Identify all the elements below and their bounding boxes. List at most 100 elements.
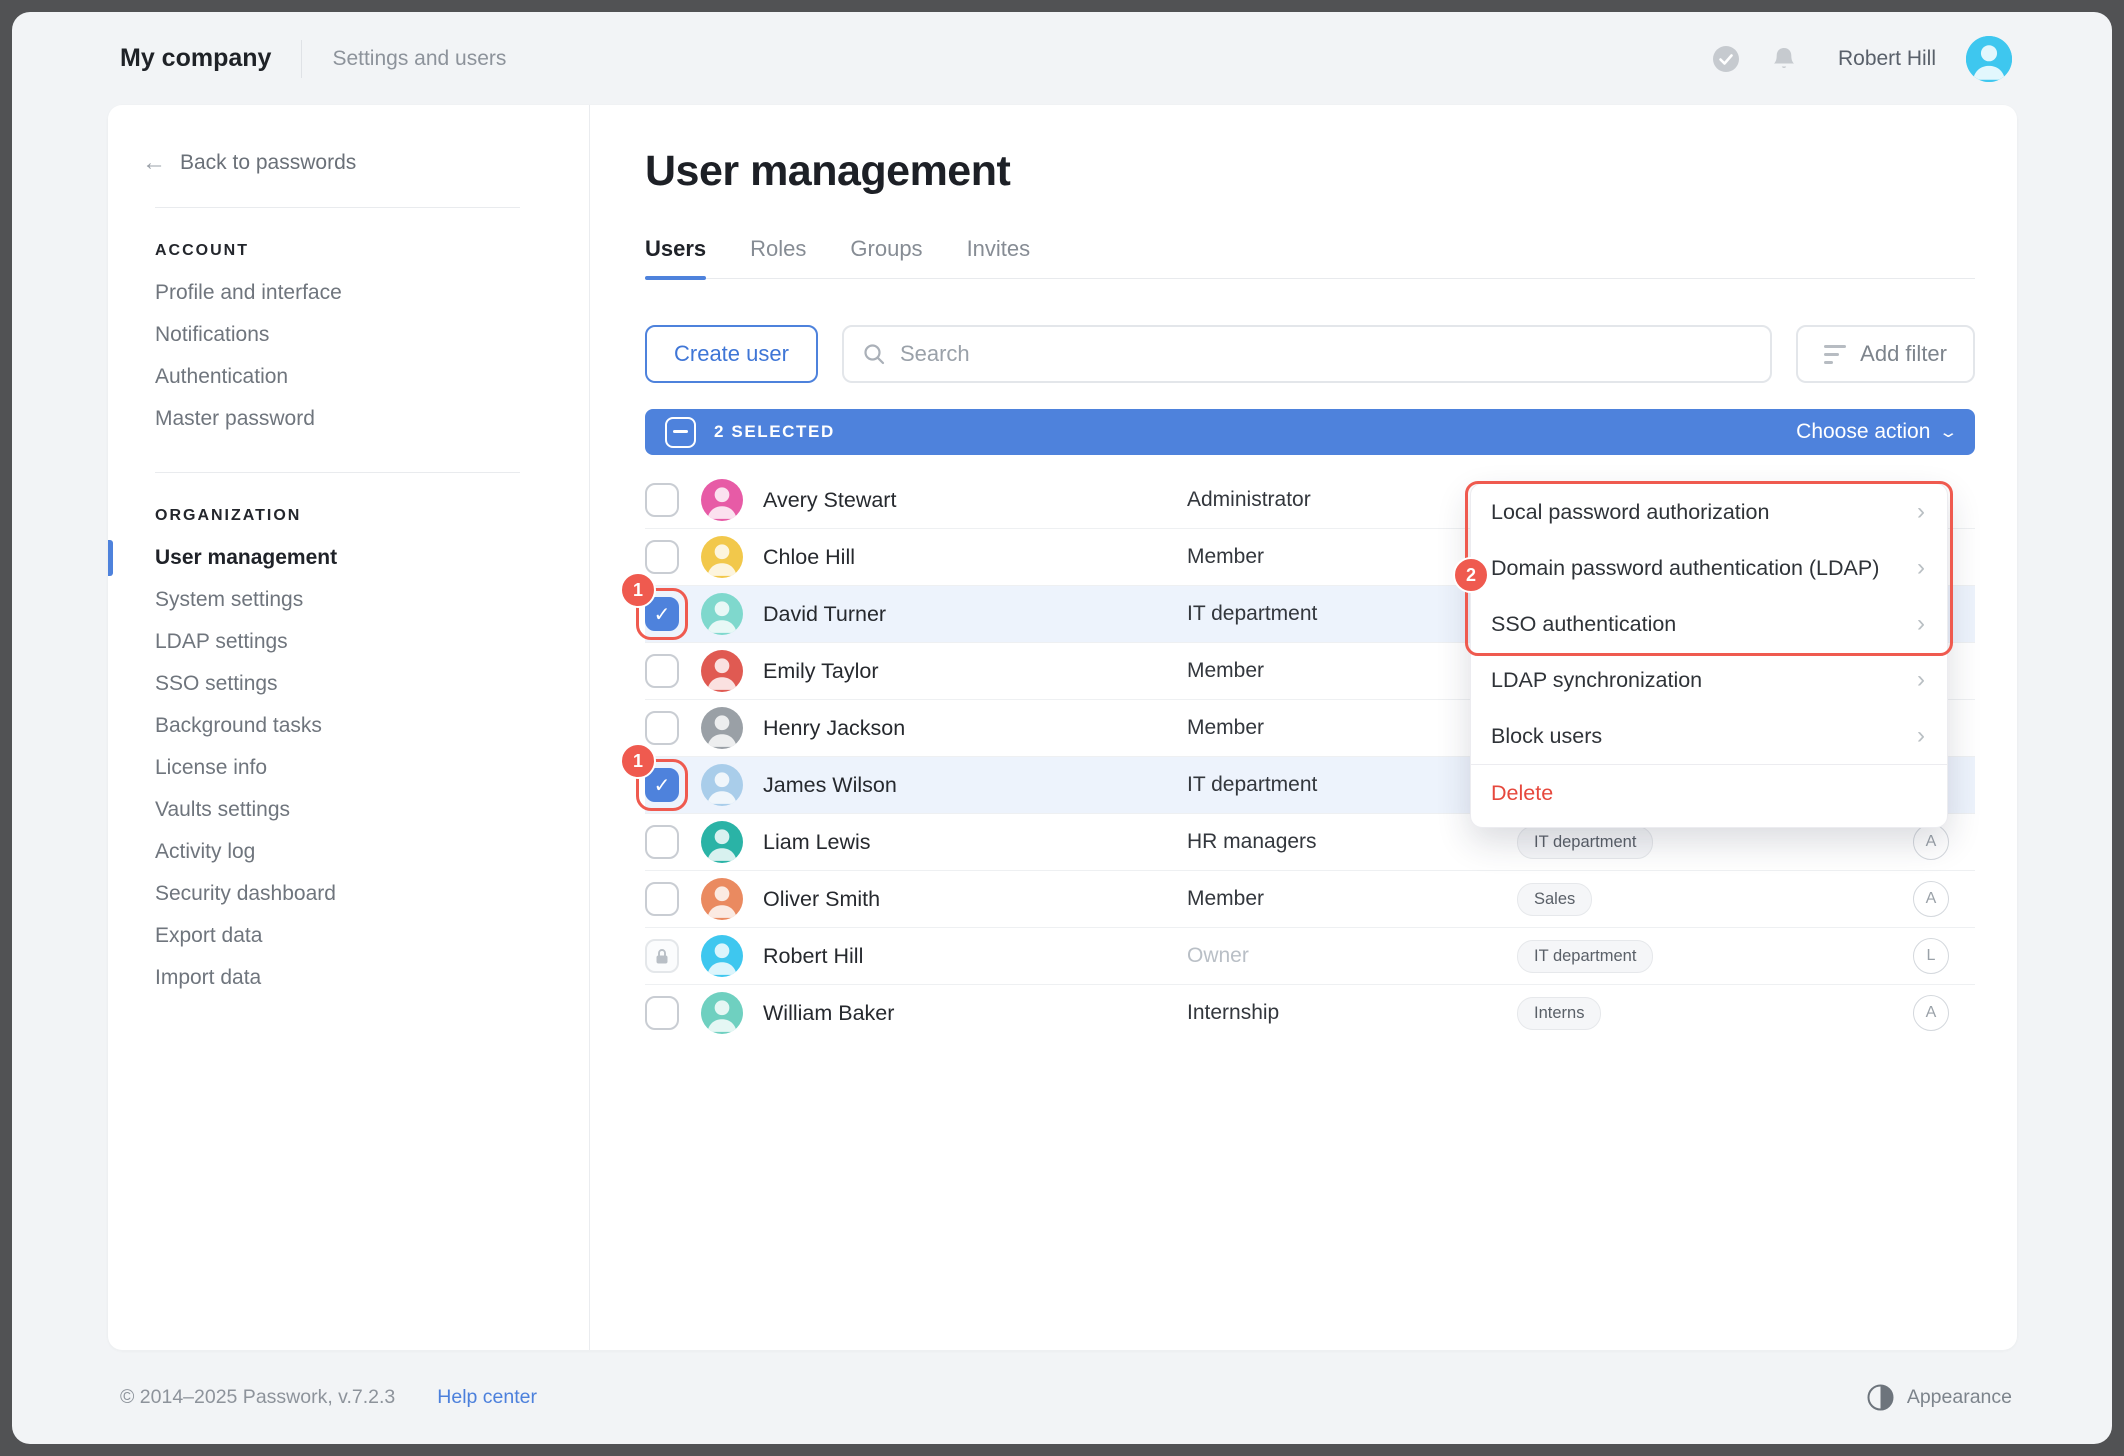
annotation-badge-1: 1 xyxy=(620,572,656,608)
create-user-button[interactable]: Create user xyxy=(645,325,818,383)
row-checkbox[interactable] xyxy=(645,711,679,745)
topbar-context: Settings and users xyxy=(332,47,506,71)
user-name: Oliver Smith xyxy=(763,887,1187,912)
help-center-link[interactable]: Help center xyxy=(437,1386,537,1409)
status-check-icon[interactable] xyxy=(1712,45,1740,73)
bell-icon[interactable] xyxy=(1770,45,1798,73)
tab-invites[interactable]: Invites xyxy=(967,236,1031,278)
annotation-badge-1: 1 xyxy=(620,743,656,779)
group-tag: IT department xyxy=(1517,826,1653,859)
tag-cell: IT department xyxy=(1517,940,1925,973)
user-avatar[interactable] xyxy=(1966,36,2012,82)
topbar: My company Settings and users Robert Hil… xyxy=(12,12,2112,105)
tab-users[interactable]: Users xyxy=(645,236,706,278)
avatar-cell xyxy=(701,992,763,1034)
row-checkbox-cell xyxy=(645,711,701,745)
sidebar-item-license-info[interactable]: License info xyxy=(108,747,589,789)
chevron-right-icon: › xyxy=(1917,724,1925,748)
auth-type-badge: A xyxy=(1913,824,1949,860)
search-icon xyxy=(862,342,886,366)
row-checkbox[interactable] xyxy=(645,540,679,574)
topbar-right: Robert Hill xyxy=(1712,36,2012,82)
add-filter-button[interactable]: Add filter xyxy=(1796,325,1975,383)
menu-item-block-users[interactable]: Block users› xyxy=(1471,708,1947,764)
menu-item-delete[interactable]: Delete xyxy=(1471,765,1947,821)
checkbox-wrap xyxy=(645,825,679,859)
menu-item-label: Local password authorization xyxy=(1491,500,1769,525)
sidebar-item-label: Authentication xyxy=(155,365,288,389)
appearance-toggle[interactable]: Appearance xyxy=(1867,1384,2012,1411)
sidebar-item-notifications[interactable]: Notifications xyxy=(108,314,589,356)
sidebar-item-vaults-settings[interactable]: Vaults settings xyxy=(108,789,589,831)
tab-roles[interactable]: Roles xyxy=(750,236,806,278)
sidebar-item-import-data[interactable]: Import data xyxy=(108,957,589,999)
sidebar-item-user-management[interactable]: User management xyxy=(108,537,589,579)
menu-item-domain-password-authentication-ldap[interactable]: Domain password authentication (LDAP)› xyxy=(1471,540,1947,596)
app-window: My company Settings and users Robert Hil… xyxy=(12,12,2112,1444)
group-tag: Sales xyxy=(1517,883,1592,916)
copyright-text: © 2014–2025 Passwork, v.7.2.3 xyxy=(120,1386,395,1409)
auth-type-badge: A xyxy=(1913,881,1949,917)
sidebar-item-export-data[interactable]: Export data xyxy=(108,915,589,957)
row-checkbox[interactable] xyxy=(645,483,679,517)
current-user-name[interactable]: Robert Hill xyxy=(1838,47,1936,71)
sidebar-section-title: ORGANIZATION xyxy=(108,507,589,525)
choose-action-label: Choose action xyxy=(1796,420,1930,444)
row-checkbox[interactable] xyxy=(645,996,679,1030)
checkbox-wrap xyxy=(645,654,679,688)
back-link-label: Back to passwords xyxy=(180,151,356,175)
user-name: Liam Lewis xyxy=(763,830,1187,855)
selection-bar: 2 SELECTED Choose action ⌄ xyxy=(645,409,1975,455)
sidebar-item-authentication[interactable]: Authentication xyxy=(108,356,589,398)
user-role: IT department xyxy=(1187,602,1517,626)
sidebar-item-ldap-settings[interactable]: LDAP settings xyxy=(108,621,589,663)
avatar xyxy=(701,878,743,920)
back-to-passwords-link[interactable]: ← Back to passwords xyxy=(108,151,589,175)
table-row[interactable]: Robert HillOwnerIT departmentL xyxy=(645,928,1975,985)
menu-item-label: LDAP synchronization xyxy=(1491,668,1702,693)
choose-action-button[interactable]: Choose action ⌄ xyxy=(1796,420,1955,444)
avatar-cell xyxy=(701,479,763,521)
search-input[interactable] xyxy=(898,340,1752,368)
sidebar-item-system-settings[interactable]: System settings xyxy=(108,579,589,621)
row-checkbox[interactable] xyxy=(645,654,679,688)
sidebar-item-activity-log[interactable]: Activity log xyxy=(108,831,589,873)
user-role: Internship xyxy=(1187,1001,1517,1025)
avatar-cell xyxy=(701,593,763,635)
sidebar-item-label: Import data xyxy=(155,966,261,990)
avatar-cell xyxy=(701,764,763,806)
selected-count: 2 SELECTED xyxy=(714,422,835,442)
menu-item-ldap-synchronization[interactable]: LDAP synchronization› xyxy=(1471,652,1947,708)
sidebar-item-security-dashboard[interactable]: Security dashboard xyxy=(108,873,589,915)
tab-groups[interactable]: Groups xyxy=(850,236,922,278)
avatar-cell xyxy=(701,878,763,920)
checkbox-wrap xyxy=(645,882,679,916)
menu-item-local-password-authorization[interactable]: Local password authorization› xyxy=(1471,484,1947,540)
user-name: William Baker xyxy=(763,1001,1187,1026)
row-checkbox[interactable] xyxy=(645,882,679,916)
table-row[interactable]: Oliver SmithMemberSalesA xyxy=(645,871,1975,928)
chevron-down-icon: ⌄ xyxy=(1939,425,1959,440)
checkbox-wrap: ✓1 xyxy=(645,597,679,631)
sidebar-item-master-password[interactable]: Master password xyxy=(108,398,589,440)
sidebar-item-label: User management xyxy=(155,546,337,570)
sidebar-item-profile-and-interface[interactable]: Profile and interface xyxy=(108,272,589,314)
tag-cell: IT department xyxy=(1517,826,1925,859)
select-all-checkbox[interactable] xyxy=(665,417,696,448)
user-name: David Turner xyxy=(763,602,1187,627)
menu-item-sso-authentication[interactable]: SSO authentication› xyxy=(1471,596,1947,652)
table-row[interactable]: William BakerInternshipInternsA xyxy=(645,985,1975,1041)
chevron-right-icon: › xyxy=(1917,556,1925,580)
row-checkbox-cell xyxy=(645,654,701,688)
add-filter-label: Add filter xyxy=(1860,341,1947,367)
search-box[interactable] xyxy=(842,325,1772,383)
row-checkbox[interactable] xyxy=(645,825,679,859)
sidebar-item-sso-settings[interactable]: SSO settings xyxy=(108,663,589,705)
checkbox-wrap: ✓1 xyxy=(645,768,679,802)
sidebar-item-background-tasks[interactable]: Background tasks xyxy=(108,705,589,747)
avatar-cell xyxy=(701,821,763,863)
sidebar-item-label: Activity log xyxy=(155,840,255,864)
sidebar-item-label: Background tasks xyxy=(155,714,322,738)
arrow-left-icon: ← xyxy=(142,151,166,175)
checkbox-wrap xyxy=(645,711,679,745)
